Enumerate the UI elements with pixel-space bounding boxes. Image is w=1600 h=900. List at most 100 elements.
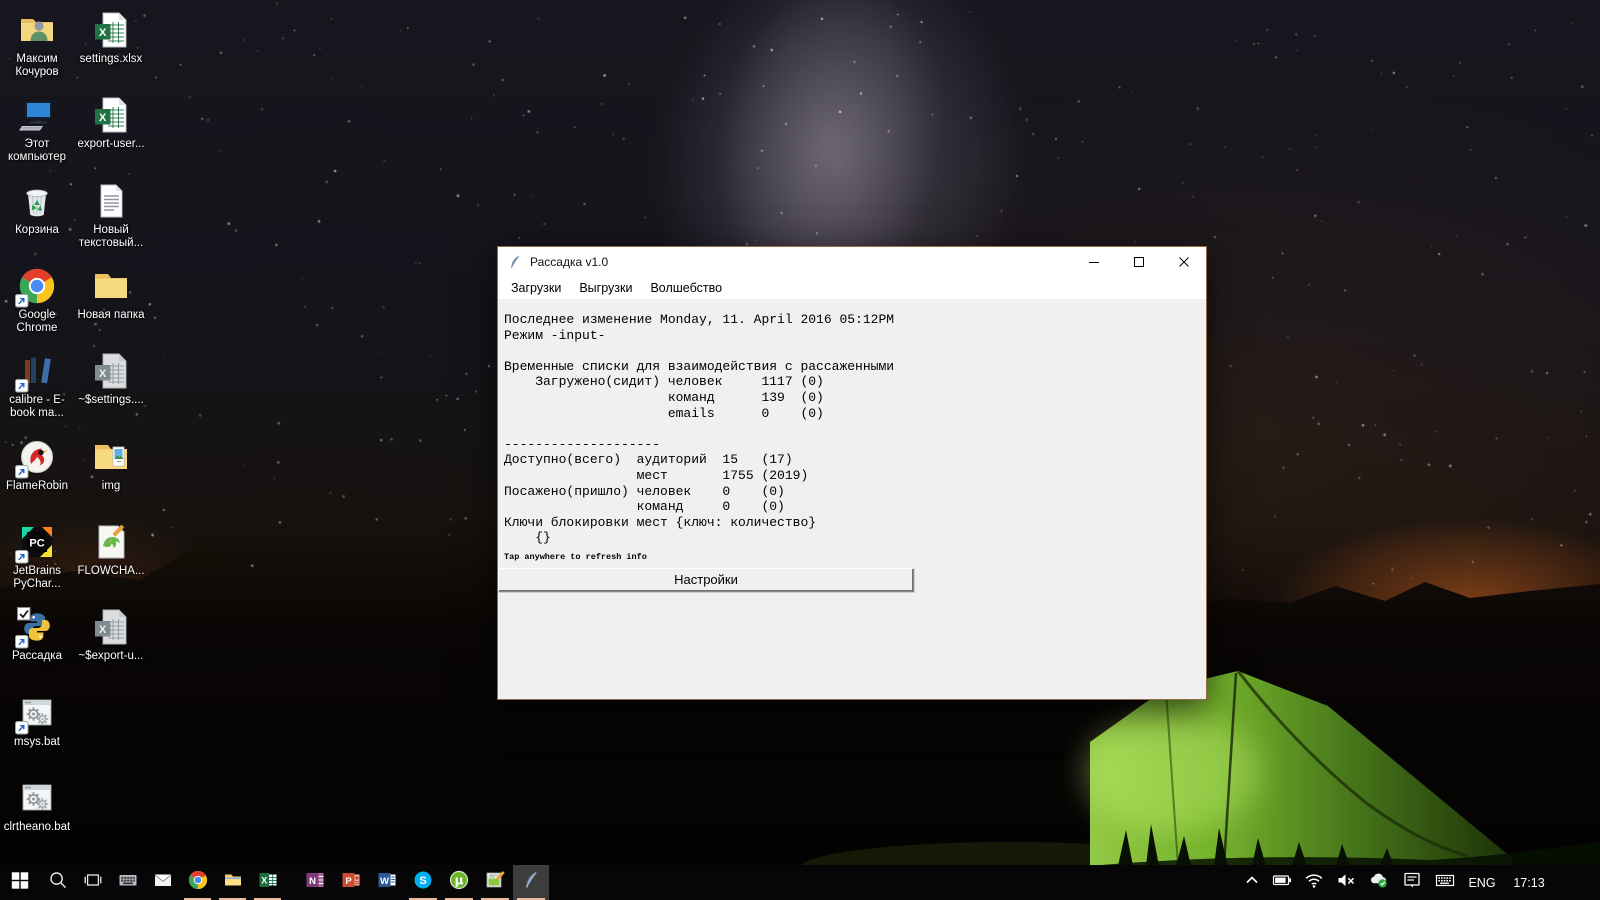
powerpoint-icon: P: [341, 870, 361, 895]
taskbar-onenote-button[interactable]: N: [297, 865, 333, 900]
desktop-icon-calibre[interactable]: calibre - E-book ma...: [1, 351, 73, 420]
windows-logo-icon: [10, 870, 30, 895]
close-button[interactable]: [1161, 247, 1206, 277]
desktop-icon-computer[interactable]: Этот компьютер: [1, 95, 73, 164]
window-title: Рассадка v1.0: [530, 255, 609, 269]
menu-item-1[interactable]: Загрузки: [502, 279, 570, 297]
desktop[interactable]: Максим Кочуров Этот компьютер Корзина Goog…: [0, 0, 1600, 900]
refresh-hint: Tap anywhere to refresh info: [504, 551, 647, 562]
tray-touch-keyboard-button[interactable]: [1428, 865, 1462, 900]
taskbar-mail-button[interactable]: [145, 865, 180, 900]
desktop-icon-bat-file[interactable]: clrtheano.bat: [1, 778, 73, 834]
desktop-icon-bat-file[interactable]: msys.bat: [1, 693, 73, 749]
text-file-icon: [91, 181, 131, 221]
tray-onedrive-cloud-button[interactable]: [1362, 865, 1396, 900]
shortcut-arrow-icon: [15, 379, 29, 393]
desktop-icon-label: export-user...: [77, 138, 145, 150]
language-indicator[interactable]: ENG: [1462, 865, 1502, 900]
desktop-icon-label: calibre - E-book ma...: [9, 394, 65, 419]
desktop-icon-excel-temp[interactable]: X ~$export-u...: [75, 607, 147, 663]
taskbar-search-button[interactable]: [40, 865, 75, 900]
taskbar-touch-keyboard-app-button[interactable]: [110, 865, 145, 900]
desktop-icon-label: img: [101, 480, 121, 492]
explorer-icon: [223, 870, 243, 895]
window-titlebar[interactable]: Рассадка v1.0: [498, 247, 1206, 277]
flamerobin-icon: [15, 437, 57, 479]
desktop-icon-label: clrtheano.bat: [3, 821, 71, 833]
shortcut-arrow-icon: [15, 550, 29, 564]
menu-item-2[interactable]: Выгрузки: [570, 279, 641, 297]
mail-icon: [153, 870, 173, 895]
window-content[interactable]: Последнее изменение Monday, 11. April 20…: [498, 299, 1206, 699]
desktop-icon-flamerobin[interactable]: FlameRobin: [1, 437, 73, 493]
tray-battery-button[interactable]: [1266, 865, 1298, 900]
chrome-icon: [188, 870, 208, 895]
taskbar-python-rassadka-button[interactable]: [513, 865, 549, 900]
desktop-icon-excel-file[interactable]: Xsettings.xlsx: [75, 10, 147, 66]
desktop-icon-pycharm[interactable]: PC JetBrains PyChar...: [1, 522, 73, 591]
taskbar-word-button[interactable]: W: [369, 865, 405, 900]
word-icon: W: [377, 870, 397, 895]
desktop-icon-excel-temp[interactable]: X ~$settings....: [75, 351, 147, 407]
taskbar-start-button[interactable]: [0, 865, 40, 900]
volume-muted-icon: [1336, 870, 1356, 895]
app-window-rassadka[interactable]: Рассадка v1.0 Загрузки Выгрузки Волшебство…: [497, 246, 1207, 700]
tray-action-center-button[interactable]: [1396, 865, 1428, 900]
taskbar-powerpoint-button[interactable]: P: [333, 865, 369, 900]
taskbar-utorrent-button[interactable]: µ: [441, 865, 477, 900]
settings-button[interactable]: Настройки: [498, 567, 914, 592]
minimize-button[interactable]: [1071, 247, 1116, 277]
taskbar-task-view-button[interactable]: [75, 865, 110, 900]
hidden-icons-chevron-icon: [1242, 870, 1262, 895]
maximize-button[interactable]: [1116, 247, 1161, 277]
taskbar-notepad-plus-plus-button[interactable]: [477, 865, 513, 900]
excel-file-icon: X: [91, 95, 131, 135]
status-text[interactable]: Последнее изменение Monday, 11. April 20…: [498, 299, 1206, 546]
svg-text:W: W: [380, 876, 389, 887]
svg-text:PC: PC: [29, 538, 44, 550]
desktop-icon-label: JetBrains PyChar...: [13, 565, 61, 590]
skype-icon: S: [413, 870, 433, 895]
desktop-icon-folder[interactable]: Новая папка: [75, 266, 147, 322]
tray-volume-muted-button[interactable]: [1330, 865, 1362, 900]
taskbar-chrome-button[interactable]: [180, 865, 215, 900]
taskbar-excel-button[interactable]: X: [250, 865, 285, 900]
tray-wifi-button[interactable]: [1298, 865, 1330, 900]
desktop-icon-text-file[interactable]: Новый текстовый...: [75, 181, 147, 250]
shortcut-arrow-icon: [15, 294, 29, 308]
tray-hidden-icons-chevron-button[interactable]: [1238, 865, 1266, 900]
onedrive-cloud-icon: [1369, 870, 1389, 895]
excel-icon: X: [258, 870, 278, 895]
folder-icon: [91, 266, 131, 306]
taskbar-file-explorer-button[interactable]: [215, 865, 250, 900]
task-view-icon: [83, 870, 103, 895]
desktop-icon-python-file[interactable]: Рассадка: [1, 607, 73, 663]
svg-text:P: P: [345, 876, 352, 887]
svg-text:N: N: [309, 876, 316, 887]
desktop-icon-label: FlameRobin: [6, 480, 68, 492]
npp-file-icon: [91, 522, 131, 562]
chrome-icon: [15, 266, 57, 308]
clock[interactable]: 17:13: [1502, 865, 1556, 900]
python-feather-icon: [507, 254, 523, 270]
desktop-icon-label: msys.bat: [13, 736, 60, 748]
desktop-icon-label: Рассадка: [12, 650, 62, 662]
desktop-icon-user-folder[interactable]: Максим Кочуров: [1, 10, 73, 79]
touch-keyboard-icon: [1435, 870, 1455, 895]
desktop-icon-label: settings.xlsx: [79, 53, 143, 65]
menu-item-3[interactable]: Волшебство: [641, 279, 731, 297]
desktop-icon-excel-file[interactable]: Xexport-user...: [75, 95, 147, 151]
window-menubar: Загрузки Выгрузки Волшебство: [498, 277, 1206, 299]
desktop-icon-chrome[interactable]: Google Chrome: [1, 266, 73, 335]
desktop-icon-npp-file[interactable]: FLOWCHA...: [75, 522, 147, 578]
python-file-icon: [15, 607, 57, 649]
desktop-icon-label: ~$settings....: [78, 394, 144, 406]
taskbar-skype-button[interactable]: S: [405, 865, 441, 900]
calibre-icon: [15, 351, 57, 393]
desktop-icon-img-folder[interactable]: img: [75, 437, 147, 493]
search-icon: [48, 870, 68, 895]
svg-text:X: X: [99, 368, 107, 380]
desktop-icon-label: Максим Кочуров: [15, 53, 59, 78]
desktop-icon-recycle-bin[interactable]: Корзина: [1, 181, 73, 237]
battery-icon: [1272, 870, 1292, 895]
